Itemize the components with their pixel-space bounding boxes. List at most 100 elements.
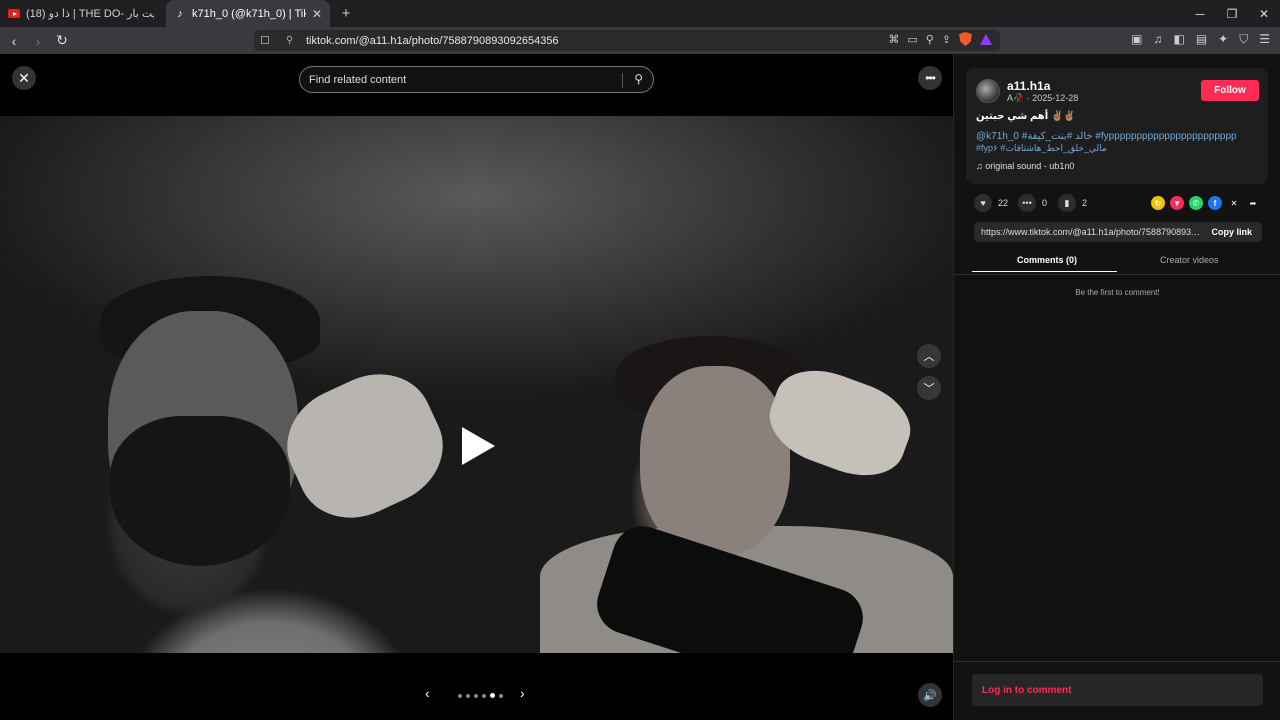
next-post-button[interactable]: ﹀ <box>917 376 941 400</box>
send-icon[interactable]: ▼ <box>1170 196 1184 210</box>
post-caption: أهم شي حبتين ✌🏽✌🏽 <box>976 111 1076 122</box>
comment-icon: ••• <box>1018 194 1036 212</box>
share-options: ↻ ▼ ✆ f ✕ ➦ <box>1151 196 1260 210</box>
reload-icon[interactable]: ↻ <box>52 31 72 51</box>
tab-title: (18) ذا دو | THE DO- شيت بار [Audio] <box>26 8 154 20</box>
restore-icon[interactable]: ❐ <box>1216 0 1248 27</box>
carousel-dots <box>458 693 503 698</box>
site-info-icon[interactable]: ⚲ <box>286 35 300 46</box>
comment-tabs: Comments (0) Creator videos <box>972 252 1262 272</box>
hashtags-line-1[interactable]: @k71h_0 #خالد #بنت_كيفة #fyppppppppppppp… <box>976 131 1237 142</box>
carousel-dot[interactable] <box>482 693 486 698</box>
more-options-button[interactable]: ••• <box>918 66 942 90</box>
post-actions: ♥ 22 ••• 0 ▮ 2 ↻ ▼ ✆ f ✕ ➦ <box>966 194 1268 212</box>
address-bar[interactable]: ☐ ⚲ tiktok.com/@a11.h1a/photo/7588790893… <box>254 30 1000 51</box>
browser-toolbar: ‹ › ↻ ☐ ⚲ tiktok.com/@a11.h1a/photo/7588… <box>0 27 1280 54</box>
carousel-controls: ‹ › <box>0 653 953 720</box>
vpn-icon[interactable]: ⛉ <box>1239 32 1248 47</box>
close-viewer-button[interactable]: ✕ <box>12 66 36 90</box>
carousel-dot[interactable] <box>490 693 495 698</box>
empty-comments-message: Be the first to comment! <box>1075 288 1160 297</box>
bookmark-icon[interactable]: ☐ <box>260 34 274 47</box>
play-icon[interactable] <box>462 427 495 465</box>
window-controls: ─ ❐ ✕ <box>1184 0 1280 27</box>
share-link-url[interactable]: https://www.tiktok.com/@a11.h1a/photo/75… <box>981 227 1201 237</box>
share-link-box: https://www.tiktok.com/@a11.h1a/photo/75… <box>974 222 1262 242</box>
sound-link[interactable]: ♫ original sound - ub1n0 <box>976 161 1074 171</box>
search-divider <box>622 73 623 88</box>
carousel-dot[interactable] <box>474 693 478 698</box>
translate-icon[interactable]: ⌘ <box>888 33 899 46</box>
menu-icon[interactable]: ☰ <box>1259 32 1270 47</box>
search-icon[interactable]: ⚲ <box>634 72 643 86</box>
photo-shape <box>269 355 461 537</box>
screenshot-icon[interactable]: ▣ <box>1131 32 1142 47</box>
extension-icons: ▣ ♫ ◧ ▤ ✦ ⛉ ☰ <box>1131 32 1270 47</box>
next-photo-arrow-icon[interactable]: › <box>520 685 525 701</box>
minimize-icon[interactable]: ─ <box>1184 0 1216 27</box>
copy-link-button[interactable]: Copy link <box>1211 227 1252 237</box>
media-icon[interactable]: ♫ <box>1153 32 1162 47</box>
tiktok-icon: ♪ <box>177 7 183 20</box>
wallet-icon[interactable]: ▤ <box>1196 32 1207 47</box>
browser-tab-tiktok[interactable]: ♪ k71h_0 (@k71h_0) | TikTok ✕ <box>166 0 330 27</box>
active-tab-underline <box>972 271 1117 272</box>
photo-viewer: ✕ Find related content ⚲ ••• ︿ ﹀ ‹ › 🔊 <box>0 54 953 720</box>
like-button[interactable]: ♥ 22 <box>974 194 1008 212</box>
browser-tab-strip: (18) ذا دو | THE DO- شيت بار [Audio] ♪ k… <box>0 0 1280 27</box>
hashtags-line-2[interactable]: #fyp۶ #مالي_خلق_احط_هاشتاقات <box>976 143 1107 154</box>
bookmark-icon: ▮ <box>1058 194 1076 212</box>
facebook-icon[interactable]: f <box>1208 196 1222 210</box>
post-date: A🥀 · 2025-12-28 <box>1007 93 1079 103</box>
login-to-comment-button[interactable]: Log in to comment <box>972 674 1263 706</box>
sound-name: original sound - ub1n0 <box>985 161 1075 171</box>
save-count: 2 <box>1082 198 1088 208</box>
close-tab-icon[interactable]: ✕ <box>312 7 322 21</box>
photo-shape <box>110 416 290 566</box>
youtube-icon <box>8 9 20 18</box>
zoom-icon[interactable]: ⚲ <box>926 33 934 46</box>
repost-icon[interactable]: ↻ <box>1151 196 1165 210</box>
share-page-icon[interactable]: ⇪ <box>942 33 951 46</box>
search-placeholder: Find related content <box>309 73 407 86</box>
post-details-panel: a11.h1a A🥀 · 2025-12-28 Follow أهم شي حب… <box>953 54 1280 720</box>
comment-button[interactable]: ••• 0 <box>1018 194 1047 212</box>
carousel-dot[interactable] <box>499 693 503 698</box>
tab-creator-videos[interactable]: Creator videos <box>1160 255 1219 265</box>
avatar[interactable] <box>976 79 1000 103</box>
browser-tab-youtube[interactable]: (18) ذا دو | THE DO- شيت بار [Audio] <box>0 0 166 27</box>
back-icon[interactable]: ‹ <box>4 31 24 51</box>
volume-button[interactable]: 🔊 <box>918 683 942 707</box>
x-icon[interactable]: ✕ <box>1227 196 1241 210</box>
previous-post-button[interactable]: ︿ <box>917 344 941 368</box>
whatsapp-icon[interactable]: ✆ <box>1189 196 1203 210</box>
related-search-input[interactable]: Find related content ⚲ <box>299 66 654 93</box>
photo-shape <box>640 366 790 556</box>
carousel-dot[interactable] <box>466 693 470 698</box>
username[interactable]: a11.h1a <box>1007 79 1050 93</box>
cast-icon[interactable]: ▭ <box>907 33 917 46</box>
brave-shield-icon[interactable] <box>959 32 972 46</box>
comment-count: 0 <box>1042 198 1048 208</box>
heart-icon: ♥ <box>974 194 992 212</box>
save-button[interactable]: ▮ 2 <box>1058 194 1087 212</box>
new-tab-button[interactable]: + <box>334 5 358 22</box>
follow-button[interactable]: Follow <box>1201 80 1259 101</box>
carousel-dot[interactable] <box>458 693 462 698</box>
screen: (18) ذا دو | THE DO- شيت بار [Audio] ♪ k… <box>0 0 1280 720</box>
tab-title: k71h_0 (@k71h_0) | TikTok <box>192 7 306 20</box>
footer-divider <box>954 661 1280 662</box>
post-info-card: a11.h1a A🥀 · 2025-12-28 Follow أهم شي حب… <box>966 68 1268 184</box>
previous-photo-arrow-icon[interactable]: ‹ <box>425 685 430 701</box>
close-window-icon[interactable]: ✕ <box>1248 0 1280 27</box>
leo-ai-icon[interactable]: ✦ <box>1218 32 1228 47</box>
tab-comments[interactable]: Comments (0) <box>1017 255 1077 265</box>
like-count: 22 <box>998 198 1009 208</box>
url-text[interactable]: tiktok.com/@a11.h1a/photo/75887908930926… <box>306 35 559 47</box>
forward-icon[interactable]: › <box>28 31 48 51</box>
brave-rewards-icon[interactable] <box>980 33 992 45</box>
sidebar-icon[interactable]: ◧ <box>1173 32 1184 47</box>
post-photo[interactable] <box>0 116 953 653</box>
address-bar-actions: ⌘ ▭ ⚲ ⇪ <box>888 32 992 46</box>
share-arrow-icon[interactable]: ➦ <box>1246 196 1260 210</box>
